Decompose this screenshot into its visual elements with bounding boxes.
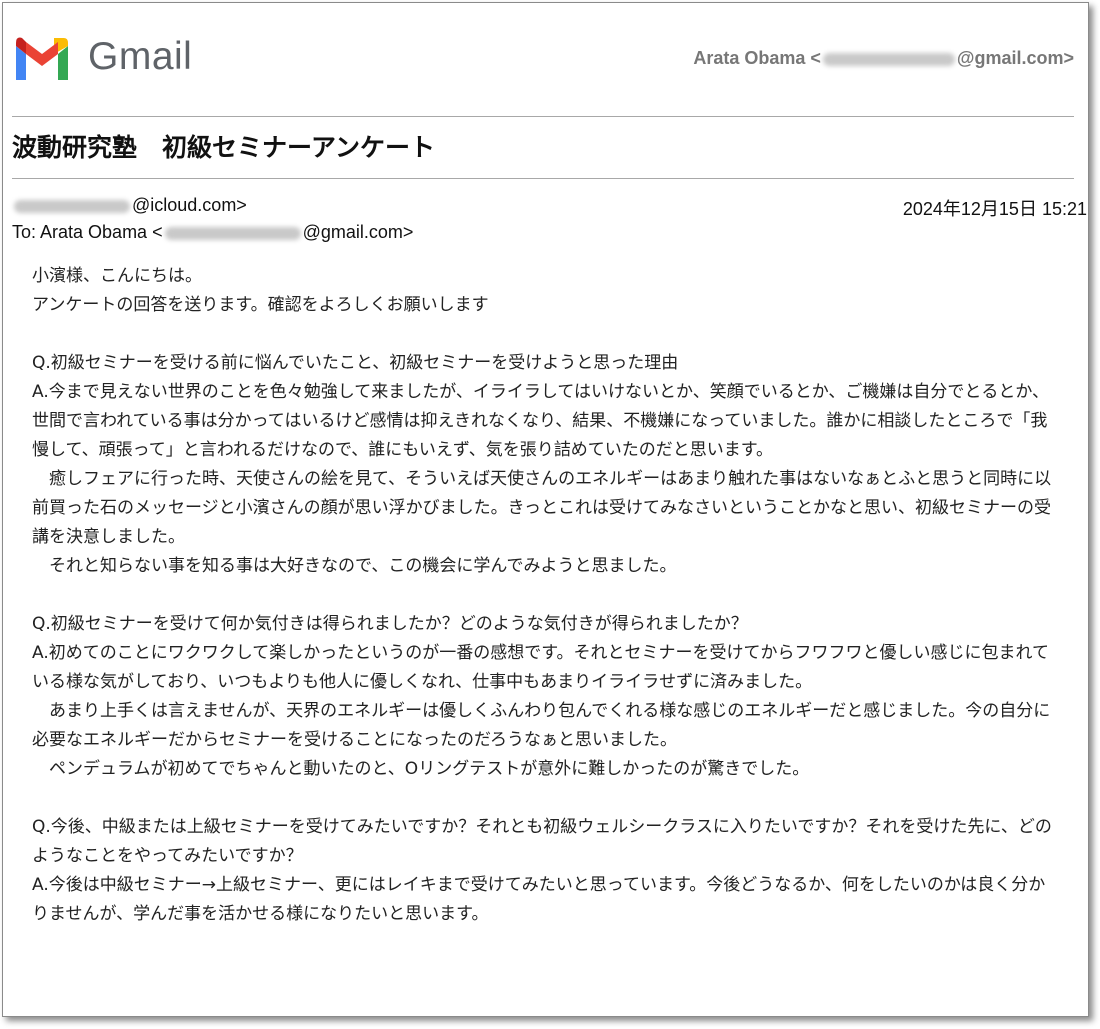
gmail-logo: Gmail	[12, 34, 192, 80]
email-body: 小濱様、こんにちは。 アンケートの回答を送ります。確認をよろしくお願いします Q…	[32, 262, 1052, 929]
question-2: Q.初級セミナーを受けて何か気付きは得られましたか？どのような気付きが得られまし…	[32, 614, 748, 634]
answer-2-paragraph-3: ペンデュラムが初めてでちゃんと動いたのと、Oリングテストが意外に難しかったのが驚…	[32, 759, 810, 779]
account-address: Arata Obama < @gmail.com>	[693, 48, 1074, 69]
redacted-email	[822, 52, 955, 66]
divider	[12, 116, 1074, 117]
redacted-sender	[14, 199, 130, 213]
email-date: 2024年12月15日 15:21	[902, 199, 1087, 219]
sender-domain: @icloud.com>	[132, 195, 247, 215]
answer-2-paragraph-1: A.初めてのことにワクワクして楽しかったというのが一番の感想です。それとセミナー…	[32, 643, 1050, 692]
recipient-domain: @gmail.com>	[302, 222, 414, 242]
answer-1-paragraph-2: 癒しフェアに行った時、天使さんの絵を見て、そういえば天使さんのエネルギーはあまり…	[32, 469, 1052, 547]
gmail-m-icon	[16, 37, 68, 80]
question-1: Q.初級セミナーを受ける前に悩んでいたこと、初級セミナーを受けようと思った理由	[32, 353, 679, 373]
divider	[12, 178, 1074, 179]
email-subject: 波動研究塾 初級セミナーアンケート	[12, 133, 436, 162]
greeting: 小濱様、こんにちは。	[32, 266, 202, 286]
recipient-prefix: To: Arata Obama <	[12, 222, 163, 242]
account-name: Arata Obama <	[693, 48, 821, 68]
question-3: Q.今後、中級または上級セミナーを受けてみたいですか？それとも初級ウェルシークラ…	[32, 817, 1052, 866]
gmail-wordmark: Gmail	[88, 35, 193, 78]
intro: アンケートの回答を送ります。確認をよろしくお願いします	[32, 295, 489, 315]
print-header: Gmail Arata Obama < @gmail.com>	[12, 30, 1074, 86]
sender-line: @icloud.com>	[12, 195, 247, 216]
answer-1-paragraph-3: それと知らない事を知る事は大好きなので、この機会に学んでみようと思ました。	[32, 556, 677, 576]
recipient-line: To: Arata Obama < @gmail.com>	[12, 222, 413, 243]
answer-1-paragraph-1: A.今まで見えない世界のことを色々勉強して来ましたが、イライラしてはいけないとか…	[32, 382, 1050, 460]
answer-2-paragraph-2: あまり上手くは言えませんが、天界のエネルギーは優しくふんわり包んでくれる様な感じ…	[32, 701, 1051, 750]
answer-3-paragraph-1: A.今後は中級セミナー→上級セミナー、更にはレイキまで受けてみたいと思っています…	[32, 875, 1046, 924]
redacted-recipient	[164, 226, 301, 240]
account-domain: @gmail.com>	[956, 48, 1074, 68]
